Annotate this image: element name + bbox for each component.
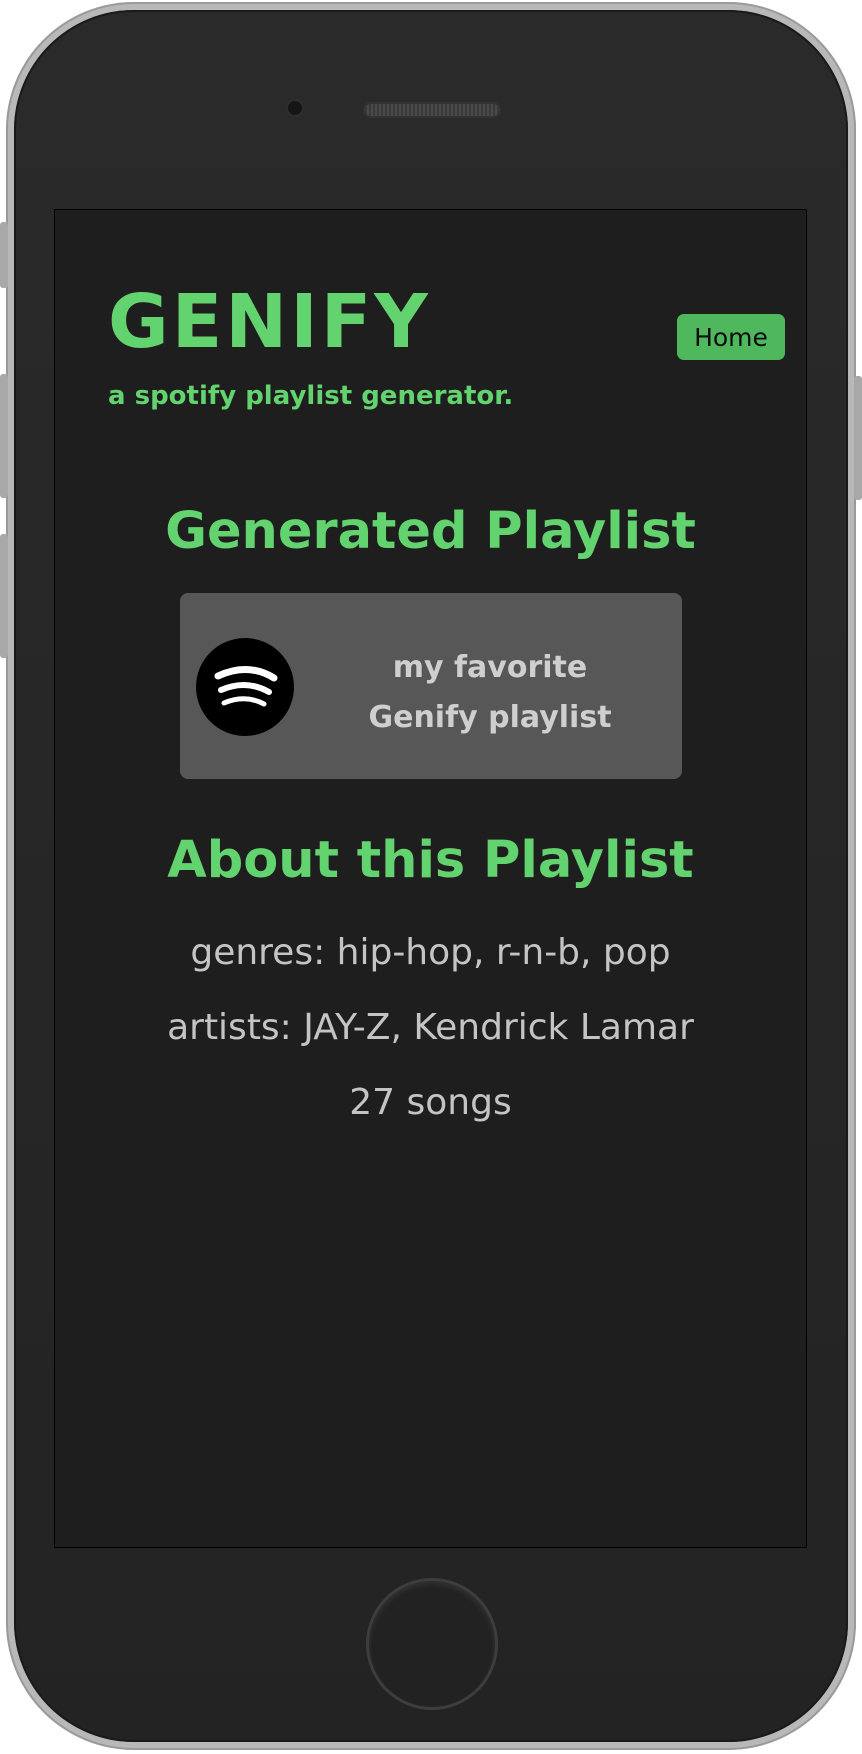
spotify-icon	[196, 638, 294, 736]
phone-volume-up-button	[0, 374, 8, 498]
phone-power-button	[854, 376, 862, 500]
phone-camera	[288, 101, 302, 115]
artists-text: artists: JAY-Z, Kendrick Lamar	[167, 1007, 694, 1048]
playlist-card[interactable]: my favorite Genify playlist	[180, 593, 682, 779]
genres-text: genres: hip-hop, r-n-b, pop	[190, 932, 671, 973]
phone-side-button	[0, 222, 8, 288]
playlist-title: my favorite Genify playlist	[368, 650, 612, 735]
about-playlist-heading: About this Playlist	[167, 831, 694, 890]
app-title: GENIFY	[108, 279, 431, 365]
phone-speaker	[365, 104, 499, 116]
phone-home-button[interactable]	[366, 1578, 498, 1710]
phone-volume-down-button	[0, 534, 8, 658]
app-subtitle: a spotify playlist generator.	[108, 381, 514, 411]
app-screen: GENIFY a spotify playlist generator. Hom…	[54, 209, 807, 1548]
song-count-text: 27 songs	[349, 1082, 512, 1123]
home-button[interactable]: Home	[677, 314, 785, 360]
generated-playlist-heading: Generated Playlist	[165, 502, 696, 561]
